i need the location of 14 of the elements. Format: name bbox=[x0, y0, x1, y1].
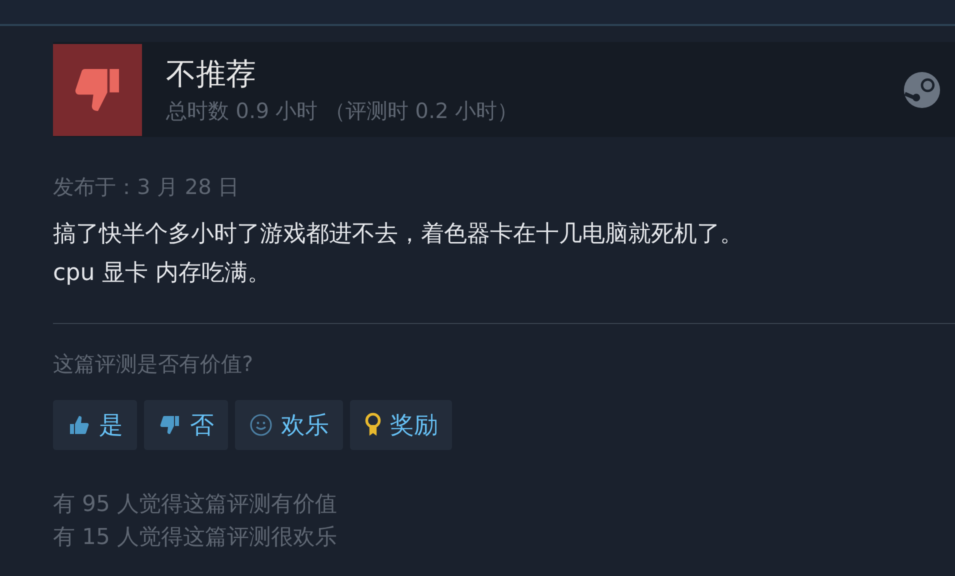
award-icon bbox=[364, 412, 382, 438]
helpful-question: 这篇评测是否有价值? bbox=[53, 351, 254, 378]
helpful-count: 有 15 人觉得这篇评测很欢乐 bbox=[53, 524, 338, 552]
helpful-count: 有 95 人觉得这篇评测有价值 bbox=[53, 491, 338, 520]
verdict-title: 不推荐 bbox=[166, 56, 257, 94]
playtime-text: 总时数 0.9 小时 （评测时 0.2 小时） bbox=[166, 98, 520, 125]
posted-date: 发布于：3 月 28 日 bbox=[53, 174, 240, 201]
vote-button[interactable]: 奖励 bbox=[350, 400, 452, 450]
review-text: 搞了快半个多小时了游戏都进不去，着色器卡在十几电脑就死机了。 cpu 显卡 内存吃满。 bbox=[53, 215, 955, 324]
steam-logo-icon bbox=[903, 70, 941, 108]
vote-button[interactable]: 是 bbox=[53, 400, 137, 450]
vote-button[interactable]: 否 bbox=[144, 400, 228, 450]
smiley-icon bbox=[249, 413, 273, 438]
vote-button[interactable]: 欢乐 bbox=[235, 400, 343, 450]
